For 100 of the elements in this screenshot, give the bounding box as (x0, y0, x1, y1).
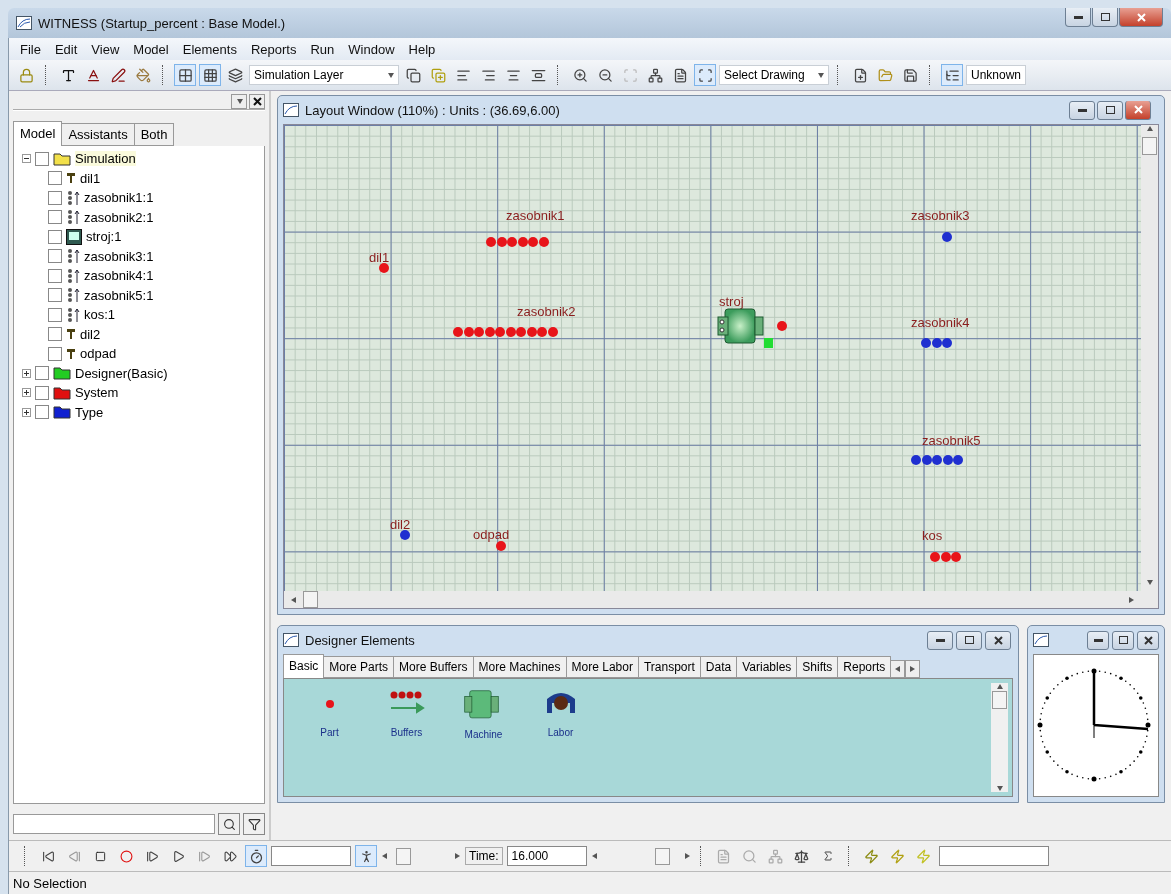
tree-item[interactable]: stroj:1 (86, 229, 122, 245)
palette-item[interactable]: Labor (547, 727, 574, 738)
checkbox[interactable] (35, 366, 49, 381)
tree-item[interactable]: System (75, 385, 119, 401)
layout-canvas[interactable]: zasobnik1 dil1 zasobnik2 stroj zasobnik3 zasobnik4 zasobnik5 dil2 odpad kos (284, 125, 1141, 591)
checkbox[interactable] (48, 171, 62, 186)
slider-thumb[interactable] (396, 847, 412, 865)
dropdown-button[interactable] (231, 93, 247, 109)
time-field[interactable]: 16.000 (506, 846, 587, 866)
checkbox[interactable] (48, 288, 62, 303)
checkbox[interactable] (48, 210, 62, 225)
checkbox[interactable] (48, 190, 62, 205)
tree-item[interactable]: Simulation (75, 151, 136, 167)
timer-icon[interactable] (245, 845, 267, 867)
tab[interactable]: More Buffers (393, 656, 474, 678)
walk-icon[interactable] (355, 845, 377, 867)
checkbox[interactable] (35, 405, 49, 420)
minimize-button[interactable] (927, 630, 953, 650)
menu-item[interactable]: View (84, 41, 127, 57)
select-drawing-icon[interactable] (694, 64, 716, 86)
minimize-button[interactable] (1087, 630, 1109, 650)
tab[interactable]: More Machines (472, 656, 567, 678)
checkbox[interactable] (48, 268, 62, 283)
maximize-icon (1105, 106, 1115, 114)
tree-view-icon[interactable] (941, 64, 963, 86)
menu-item[interactable]: Run (303, 41, 342, 57)
tab[interactable]: Reports (837, 656, 892, 678)
tree-item[interactable]: Type (75, 404, 104, 420)
minimize-button[interactable] (1069, 100, 1095, 120)
layer-dropdown[interactable]: Simulation Layer (249, 65, 399, 85)
tab[interactable]: Data (699, 656, 738, 678)
menu-item[interactable]: Model (126, 41, 176, 57)
menu-item[interactable]: File (13, 41, 48, 57)
walk-field[interactable] (271, 846, 351, 866)
palette-item[interactable]: Part (320, 727, 339, 738)
scroll-thumb[interactable] (303, 591, 318, 608)
close-button[interactable] (985, 630, 1011, 650)
tree-item[interactable]: zasobnik3:1 (84, 248, 154, 264)
checkbox[interactable] (48, 327, 62, 342)
checkbox[interactable] (48, 229, 62, 244)
scroll-thumb[interactable] (992, 691, 1007, 709)
tree-item[interactable]: kos:1 (84, 307, 116, 323)
collapse-icon[interactable] (22, 154, 31, 164)
checkbox[interactable] (48, 307, 62, 322)
menu-item[interactable]: Edit (47, 41, 85, 57)
tree-item[interactable]: Designer(Basic) (75, 365, 168, 381)
minimize-icon (1073, 15, 1083, 19)
minimize-button[interactable] (1065, 8, 1091, 27)
checkbox[interactable] (48, 346, 62, 361)
tree-item[interactable]: zasobnik4:1 (84, 268, 154, 284)
palette-item[interactable]: Machine (464, 729, 503, 740)
expand-icon[interactable] (22, 407, 31, 417)
checkbox[interactable] (35, 151, 49, 166)
tree-item[interactable]: zasobnik5:1 (84, 287, 154, 303)
expand-icon[interactable] (22, 368, 31, 378)
palette-item[interactable]: Buffers (390, 727, 423, 738)
maximize-button[interactable] (1092, 8, 1118, 27)
status-dropdown[interactable]: Unknown (966, 65, 1026, 85)
drawing-mode-dropdown[interactable]: Select Drawing (719, 65, 829, 85)
tree-item[interactable]: zasobnik2:1 (84, 209, 154, 225)
menu-item[interactable]: Window (341, 41, 402, 57)
tab[interactable]: Shifts (796, 656, 839, 678)
grid-fine-icon[interactable] (199, 64, 221, 86)
checkbox[interactable] (35, 385, 49, 400)
maximize-button[interactable] (1112, 630, 1134, 650)
menu-item[interactable]: Elements (175, 41, 244, 57)
tree-item[interactable]: dil1 (80, 170, 101, 186)
tab[interactable]: More Parts (323, 656, 395, 678)
element-label: zasobnik4 (911, 315, 970, 330)
scroll-thumb[interactable] (1142, 137, 1157, 155)
tree-item[interactable]: dil2 (80, 326, 101, 342)
menu-item[interactable]: Help (401, 41, 443, 57)
tab[interactable]: Transport (637, 656, 701, 678)
close-button[interactable] (249, 93, 265, 109)
tab[interactable]: Variables (736, 656, 798, 678)
tab[interactable]: More Labor (565, 656, 639, 678)
slider-thumb[interactable] (655, 847, 671, 865)
tab[interactable]: Basic (283, 654, 325, 678)
tab-scroll-left[interactable] (890, 660, 906, 678)
tree-item[interactable]: zasobnik1:1 (84, 190, 154, 206)
vertical-scrollbar[interactable] (1141, 125, 1158, 608)
expand-icon[interactable] (22, 388, 31, 398)
search-field[interactable] (13, 814, 215, 834)
menu-item[interactable]: Reports (243, 41, 304, 57)
horizontal-scrollbar[interactable] (284, 591, 1141, 608)
maximize-button[interactable] (956, 630, 982, 650)
tab[interactable]: Both (133, 123, 175, 146)
checkbox[interactable] (48, 249, 62, 264)
maximize-icon (1118, 636, 1128, 644)
grid-icon[interactable] (174, 64, 196, 86)
command-field[interactable] (938, 846, 1049, 866)
find-icon[interactable] (218, 813, 240, 835)
tab[interactable]: Assistants (61, 123, 135, 146)
vertical-scrollbar[interactable] (991, 683, 1008, 792)
filter-icon[interactable] (243, 813, 265, 835)
tab-scroll-right[interactable] (905, 660, 921, 678)
tree-item[interactable]: odpad (80, 346, 117, 362)
close-button[interactable] (1137, 630, 1159, 650)
tab[interactable]: Model (13, 121, 63, 146)
maximize-button[interactable] (1097, 100, 1123, 120)
